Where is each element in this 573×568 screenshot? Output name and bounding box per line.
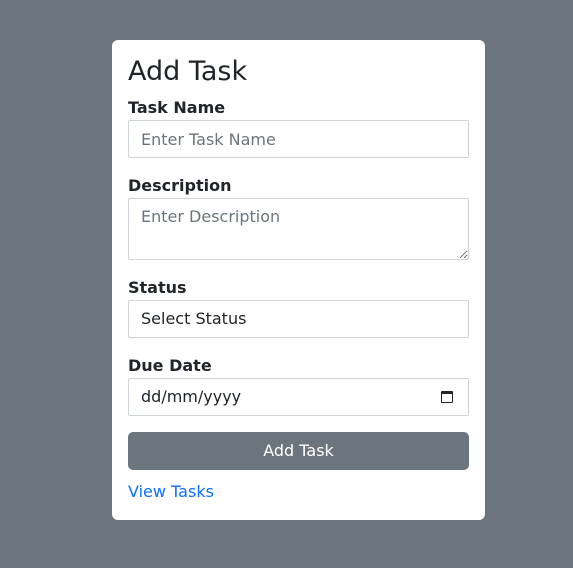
add-task-card: Add Task Task Name Description Status Se… bbox=[112, 40, 485, 520]
task-name-label: Task Name bbox=[128, 98, 226, 117]
status-selected-value: Select Status bbox=[141, 309, 247, 328]
status-label: Status bbox=[128, 278, 187, 297]
view-tasks-link[interactable]: View Tasks bbox=[128, 482, 214, 502]
page-title: Add Task bbox=[128, 56, 248, 87]
description-label: Description bbox=[128, 176, 232, 195]
due-date-value: dd/mm/yyyy bbox=[141, 387, 242, 406]
add-task-button[interactable]: Add Task bbox=[128, 432, 469, 470]
status-select[interactable]: Select Status bbox=[128, 300, 469, 338]
due-date-label: Due Date bbox=[128, 356, 212, 375]
due-date-input[interactable]: dd/mm/yyyy bbox=[128, 378, 469, 416]
task-name-input[interactable] bbox=[128, 120, 469, 158]
description-textarea[interactable] bbox=[128, 198, 469, 260]
calendar-icon[interactable] bbox=[441, 391, 453, 403]
